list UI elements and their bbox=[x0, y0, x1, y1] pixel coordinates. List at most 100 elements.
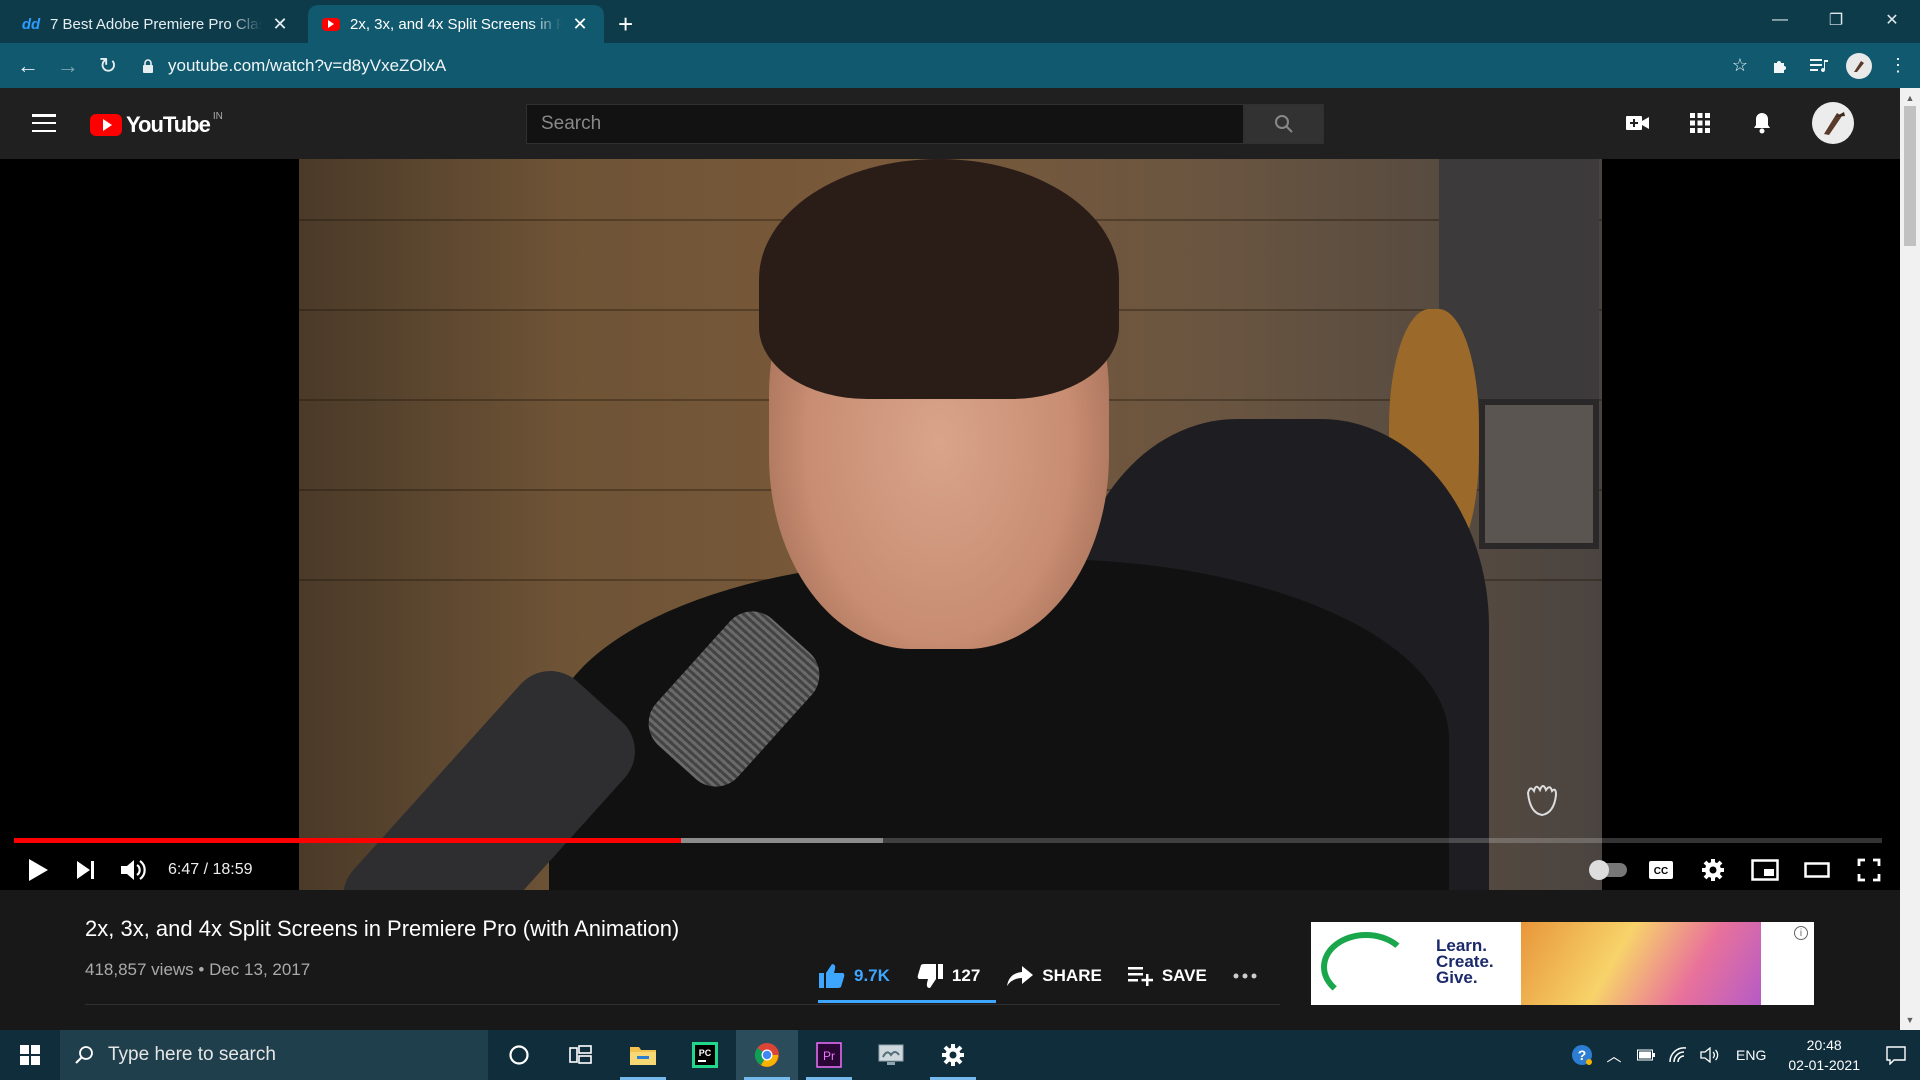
menu-hamburger-icon[interactable] bbox=[32, 114, 56, 132]
time-display: 6:47 / 18:59 bbox=[168, 860, 253, 878]
browser-toolbar: ← → ↻ youtube.com/watch?v=d8yVxeZOlxA ☆ … bbox=[0, 43, 1920, 88]
media-queue-icon[interactable] bbox=[1806, 52, 1834, 80]
help-question-icon[interactable]: ? bbox=[1566, 1030, 1598, 1080]
premiere-pro-icon[interactable]: Pr bbox=[798, 1030, 860, 1080]
fullscreen-icon[interactable] bbox=[1844, 850, 1894, 890]
search-box bbox=[526, 104, 1244, 144]
header-icons bbox=[1618, 102, 1854, 144]
apps-grid-icon[interactable] bbox=[1680, 103, 1720, 143]
like-ratio-bar bbox=[818, 1000, 996, 1003]
file-explorer-icon[interactable] bbox=[612, 1030, 674, 1080]
svg-text:PC: PC bbox=[699, 1048, 712, 1058]
miniplayer-icon[interactable] bbox=[1740, 850, 1790, 890]
notifications-bell-icon[interactable] bbox=[1742, 103, 1782, 143]
create-video-icon[interactable] bbox=[1618, 103, 1658, 143]
progress-bar[interactable] bbox=[14, 838, 1882, 843]
play-icon[interactable] bbox=[14, 850, 62, 890]
save-label: SAVE bbox=[1161, 966, 1207, 985]
url-text: youtube.com/watch?v=d8yVxeZOlxA bbox=[168, 56, 447, 75]
browser-profile-avatar[interactable] bbox=[1846, 52, 1872, 79]
reload-icon[interactable]: ↻ bbox=[88, 46, 128, 86]
tab-close-icon[interactable]: ✕ bbox=[570, 14, 590, 35]
video-player[interactable]: 6:47 / 18:59 CC bbox=[0, 159, 1900, 890]
clock-time: 20:48 bbox=[1806, 1037, 1842, 1053]
system-tray: ? ︿ ENG 20:48 02-01-2021 bbox=[1566, 1030, 1920, 1080]
settings-gear-icon[interactable] bbox=[922, 1030, 984, 1080]
video-frame[interactable] bbox=[299, 159, 1602, 890]
share-button[interactable]: SHARE bbox=[1006, 965, 1102, 987]
ad-text: Learn. Create. Give. bbox=[1436, 936, 1494, 987]
browser-tabstrip: dd 7 Best Adobe Premiere Pro Classes ✕ 2… bbox=[0, 0, 1920, 43]
dd-favicon-icon: dd bbox=[21, 15, 41, 33]
video-title: 2x, 3x, and 4x Split Screens in Premiere… bbox=[85, 916, 680, 941]
thumbs-down-icon bbox=[917, 964, 943, 988]
more-actions-button[interactable] bbox=[1233, 973, 1265, 979]
input-language[interactable]: ENG bbox=[1726, 1047, 1776, 1063]
wall-picture-frame bbox=[1479, 399, 1599, 549]
volume-icon[interactable] bbox=[110, 850, 158, 890]
tray-expand-chevron-icon[interactable]: ︿ bbox=[1598, 1030, 1630, 1080]
progress-played bbox=[14, 838, 681, 843]
save-button[interactable]: SAVE bbox=[1127, 966, 1207, 986]
back-arrow-icon[interactable]: ← bbox=[8, 46, 48, 86]
account-avatar[interactable] bbox=[1812, 102, 1854, 144]
scroll-up-arrow-icon[interactable]: ▲ bbox=[1900, 90, 1920, 106]
theater-mode-icon[interactable] bbox=[1792, 850, 1842, 890]
svg-text:Pr: Pr bbox=[823, 1049, 835, 1063]
extensions-puzzle-icon[interactable] bbox=[1766, 52, 1794, 80]
youtube-favicon-icon bbox=[322, 17, 340, 31]
player-controls-right: CC bbox=[1584, 849, 1894, 890]
chrome-icon[interactable] bbox=[736, 1030, 798, 1080]
tab-adobe-premiere-classes[interactable]: dd 7 Best Adobe Premiere Pro Classes ✕ bbox=[8, 5, 304, 43]
dislike-count: 127 bbox=[951, 966, 981, 985]
ad-swoosh-graphic bbox=[1321, 932, 1411, 1002]
minimize-icon[interactable]: ― bbox=[1752, 0, 1808, 40]
presenter-hair bbox=[759, 159, 1119, 399]
wifi-icon[interactable] bbox=[1662, 1030, 1694, 1080]
taskbar-search-input[interactable] bbox=[108, 1044, 448, 1066]
windows-start-icon[interactable] bbox=[0, 1030, 60, 1080]
new-tab-plus-icon[interactable]: + bbox=[618, 5, 633, 43]
taskbar-clock[interactable]: 20:48 02-01-2021 bbox=[1776, 1035, 1872, 1075]
settings-gear-icon[interactable] bbox=[1688, 850, 1738, 890]
restore-icon[interactable]: ❐ bbox=[1808, 0, 1864, 40]
next-video-icon[interactable] bbox=[62, 850, 110, 890]
bookmark-star-icon[interactable]: ☆ bbox=[1726, 52, 1754, 80]
ad-banner[interactable]: Learn. Create. Give. i bbox=[1311, 922, 1814, 1005]
browser-menu-icon[interactable]: ⋮ bbox=[1884, 52, 1912, 80]
pycharm-icon[interactable]: PC bbox=[674, 1030, 736, 1080]
channel-watermark-icon[interactable] bbox=[1522, 779, 1562, 819]
subtitles-cc-icon[interactable]: CC bbox=[1636, 850, 1686, 890]
like-button[interactable]: 9.7K bbox=[818, 963, 890, 989]
app-icon[interactable] bbox=[860, 1030, 922, 1080]
youtube-wordmark: YouTube bbox=[126, 112, 211, 137]
youtube-header: YouTube IN bbox=[0, 88, 1900, 159]
youtube-logo[interactable]: YouTube IN bbox=[90, 111, 223, 138]
autoplay-toggle[interactable] bbox=[1584, 850, 1634, 890]
lock-icon bbox=[143, 59, 153, 73]
ad-info-icon[interactable]: i bbox=[1794, 926, 1808, 940]
share-label: SHARE bbox=[1042, 966, 1102, 985]
volume-speaker-icon[interactable] bbox=[1694, 1030, 1726, 1080]
tab-split-screens-video[interactable]: 2x, 3x, and 4x Split Screens in Premiere… bbox=[308, 5, 604, 43]
thumbs-up-icon bbox=[819, 964, 845, 988]
clock-date: 02-01-2021 bbox=[1788, 1057, 1860, 1073]
action-center-icon[interactable] bbox=[1872, 1030, 1920, 1080]
battery-icon[interactable] bbox=[1630, 1030, 1662, 1080]
add-to-playlist-icon bbox=[1127, 967, 1153, 986]
tab-close-icon[interactable]: ✕ bbox=[270, 14, 290, 35]
search-button[interactable] bbox=[1244, 104, 1324, 144]
address-bar[interactable]: youtube.com/watch?v=d8yVxeZOlxA bbox=[140, 51, 1770, 81]
page-scrollbar[interactable]: ▲ ▼ bbox=[1900, 88, 1920, 1030]
window-controls: ― ❐ ✕ bbox=[1752, 0, 1920, 40]
window-close-icon[interactable]: ✕ bbox=[1864, 0, 1920, 40]
forward-arrow-icon[interactable]: → bbox=[48, 46, 88, 86]
dislike-button[interactable]: 127 bbox=[916, 963, 980, 989]
cortana-icon[interactable] bbox=[488, 1030, 550, 1080]
scroll-thumb[interactable] bbox=[1904, 106, 1916, 246]
scroll-down-arrow-icon[interactable]: ▼ bbox=[1900, 1012, 1920, 1028]
search-input[interactable] bbox=[541, 113, 1243, 135]
more-horizontal-icon bbox=[1233, 973, 1257, 979]
taskbar-search-icon bbox=[75, 1046, 93, 1064]
task-view-icon[interactable] bbox=[550, 1030, 612, 1080]
